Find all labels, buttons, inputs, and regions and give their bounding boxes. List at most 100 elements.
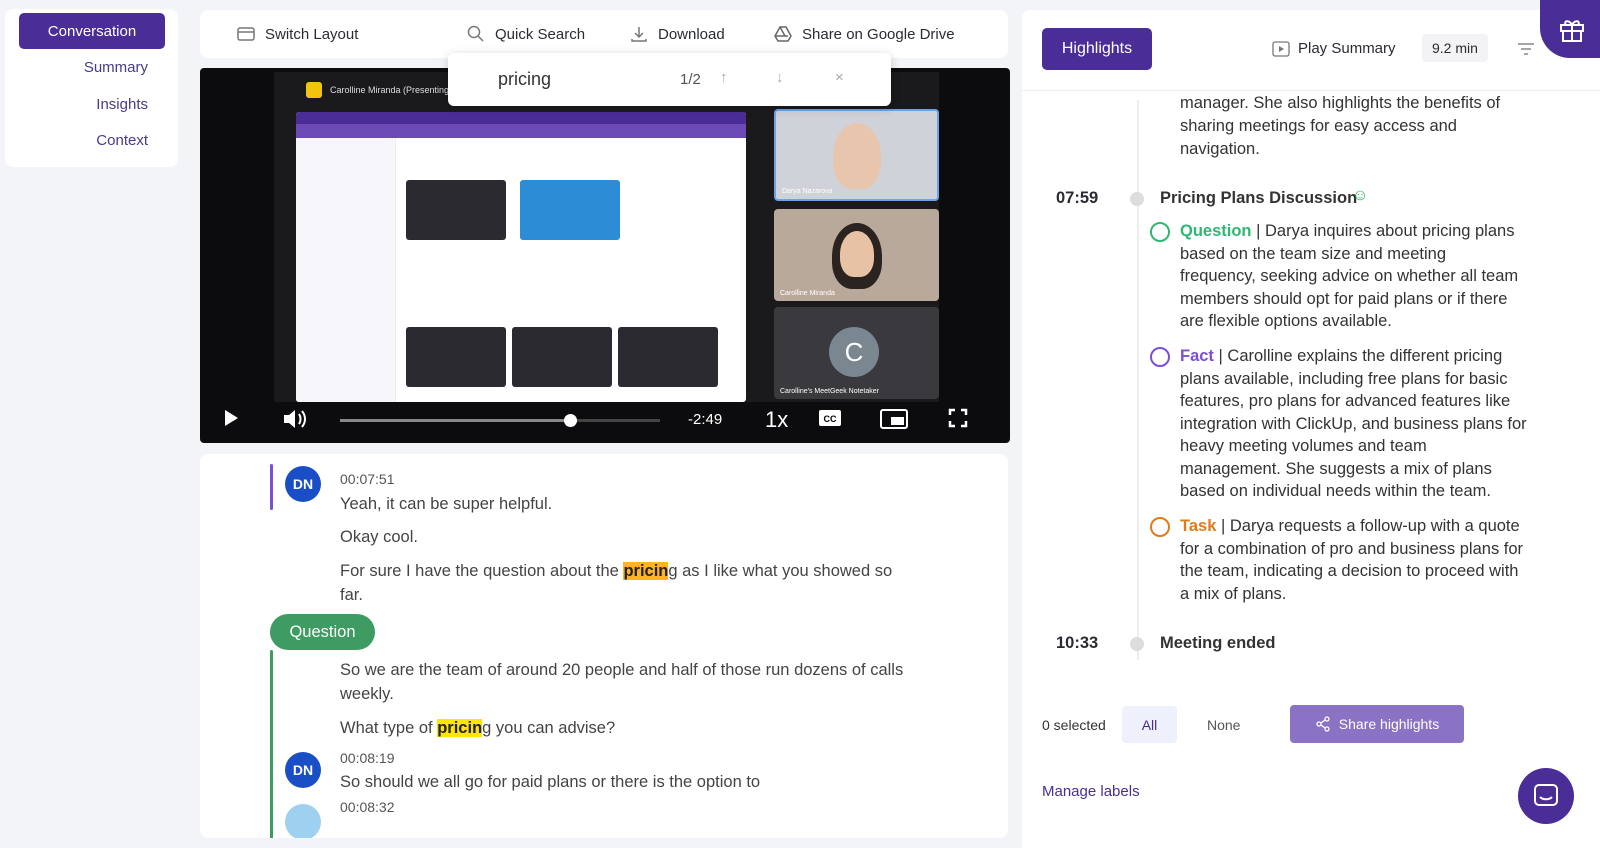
share-highlights-button[interactable]: Share highlights <box>1290 705 1464 743</box>
highlight-line: based on individual needs within the tea… <box>1180 482 1491 500</box>
highlight-line: | Darya requests a follow-up with a quot… <box>1220 517 1520 535</box>
highlight-text: manager. She also highlights the benefit… <box>1180 94 1501 112</box>
chat-button[interactable] <box>1518 768 1574 824</box>
highlight-text: features, pro plans for advanced feature… <box>1180 390 1510 413</box>
highlight-checkbox[interactable] <box>1150 347 1170 367</box>
smiley-icon: ☺ <box>1352 187 1369 204</box>
timestamp[interactable]: 00:08:19 <box>340 750 395 766</box>
select-none-button[interactable]: None <box>1207 717 1240 733</box>
timestamp[interactable]: 00:08:32 <box>340 799 395 815</box>
highlights-panel: Highlights Play Summary 9.2 min manager.… <box>1022 10 1600 848</box>
participant-name: Carolline's MeetGeek Notetaker <box>780 388 879 395</box>
transcript-line: Yeah, it can be super helpful. <box>340 495 553 513</box>
layout-icon <box>237 27 255 41</box>
nav-context[interactable]: Context <box>96 132 148 149</box>
picture-in-picture-icon[interactable] <box>880 408 908 430</box>
arrow-down-icon[interactable]: ↓ <box>776 69 784 86</box>
share-icon <box>1316 716 1330 732</box>
play-summary-label: Play Summary <box>1298 40 1396 57</box>
progress-bar[interactable] <box>340 414 660 427</box>
captions-icon[interactable]: CC <box>818 408 842 428</box>
share-drive-button[interactable]: Share on Google Drive <box>773 24 955 44</box>
highlight-line: | Carolline explains the different prici… <box>1218 347 1503 365</box>
highlight-type: Fact <box>1180 347 1214 365</box>
avatar <box>285 804 321 838</box>
highlights-button[interactable]: Highlights <box>1042 28 1152 70</box>
question-bar <box>270 650 273 838</box>
fullscreen-icon[interactable] <box>948 408 968 428</box>
participant-tile: Carolline Miranda <box>774 209 939 301</box>
quick-search-button[interactable]: Quick Search <box>466 24 585 44</box>
text-segment: What type of <box>340 719 438 737</box>
timestamp[interactable]: 00:07:51 <box>340 471 395 487</box>
highlight-line: integration with ClickUp, and business p… <box>1180 414 1527 433</box>
highlight-checkbox[interactable] <box>1150 222 1170 242</box>
highlight-text: are flexible options available. <box>1180 310 1392 333</box>
transcript-line: What type of pricing you can advise? <box>340 716 615 740</box>
nav-insights[interactable]: Insights <box>96 96 148 113</box>
app-root: Conversation Summary Insights Context Sw… <box>0 0 1600 848</box>
google-drive-icon <box>774 26 792 42</box>
share-drive-label: Share on Google Drive <box>802 25 955 43</box>
download-icon <box>631 27 647 42</box>
quick-search-label: Quick Search <box>495 25 586 43</box>
highlight-text: Task | Darya requests a follow-up with a… <box>1180 515 1520 538</box>
select-all-button[interactable]: All <box>1122 706 1177 743</box>
search-highlight: pricin <box>437 719 483 737</box>
highlight-line: for a combination of pro and business pl… <box>1180 539 1524 558</box>
video-player[interactable]: Carolline Miranda (Presenting) Darya Naz… <box>200 68 1010 443</box>
highlight-text: based on individual needs within the tea… <box>1180 480 1491 503</box>
section-title: Meeting ended <box>1160 634 1276 652</box>
svg-text:CC: CC <box>824 414 837 424</box>
highlight-text: Fact | Carolline explains the different … <box>1180 345 1502 368</box>
video-frame: Carolline Miranda (Presenting) Darya Naz… <box>274 72 939 402</box>
section-time[interactable]: 07:59 <box>1056 189 1098 208</box>
timeline-dot <box>1130 192 1144 206</box>
speed-button[interactable]: 1x <box>765 407 788 433</box>
search-icon <box>467 25 484 42</box>
highlight-line: management. She suggests a mix of plans <box>1180 459 1492 478</box>
highlight-text: frequency, seeking advice on whether all… <box>1180 265 1518 288</box>
switch-layout-button[interactable]: Switch Layout <box>236 24 358 44</box>
highlight-checkbox[interactable] <box>1150 517 1170 537</box>
nav-conversation[interactable]: Conversation <box>19 13 165 49</box>
download-button[interactable]: Download <box>629 24 725 44</box>
duration-badge: 9.2 min <box>1422 34 1488 62</box>
participant-tile: C Carolline's MeetGeek Notetaker <box>774 307 939 399</box>
volume-icon[interactable] <box>282 408 308 430</box>
play-icon[interactable] <box>222 408 240 428</box>
toolbar: Switch Layout Quick Search Download Shar… <box>200 10 1008 58</box>
highlight-line: | Darya inquires about pricing plans <box>1256 222 1515 240</box>
selection-bar: 0 selected All None Share highlights <box>1022 705 1600 745</box>
transcript-line: So should we all go for paid plans or th… <box>340 773 761 791</box>
chat-icon <box>1534 784 1558 806</box>
highlight-type: Question <box>1180 222 1252 240</box>
question-badge[interactable]: Question <box>270 614 375 650</box>
highlight-line: a mix of plans. <box>1180 584 1287 603</box>
video-controls: -2:49 1x CC <box>200 398 1010 443</box>
search-query[interactable]: pricing <box>498 69 551 90</box>
close-icon[interactable]: × <box>835 69 844 86</box>
participant-name: Carolline Miranda <box>780 290 835 297</box>
section-time[interactable]: 10:33 <box>1056 634 1098 653</box>
nav-summary[interactable]: Summary <box>84 59 148 76</box>
gift-icon <box>1560 20 1584 42</box>
transcript-line: weekly. <box>340 685 394 703</box>
transcript-line: For sure I have the question about the p… <box>340 559 990 583</box>
manage-labels-link[interactable]: Manage labels <box>1042 783 1140 800</box>
divider <box>1022 90 1600 91</box>
play-summary-button[interactable]: Play Summary <box>1272 40 1396 57</box>
filter-icon[interactable] <box>1517 42 1535 56</box>
shared-screen <box>296 112 746 402</box>
presenting-icon <box>306 82 322 98</box>
search-count: 1/2 <box>680 71 701 88</box>
highlight-text: a mix of plans. <box>1180 583 1286 606</box>
highlight-text: members should opt for paid plans or if … <box>1180 288 1507 311</box>
highlight-text: integration with ClickUp, and business p… <box>1180 413 1527 436</box>
gift-button[interactable] <box>1540 0 1600 58</box>
highlight-text: plans available, including free plans fo… <box>1180 368 1507 391</box>
timeline-line <box>1137 100 1139 660</box>
progress-knob[interactable] <box>564 414 578 427</box>
highlight-text: Question | Darya inquires about pricing … <box>1180 220 1514 243</box>
arrow-up-icon[interactable]: ↑ <box>720 69 728 86</box>
